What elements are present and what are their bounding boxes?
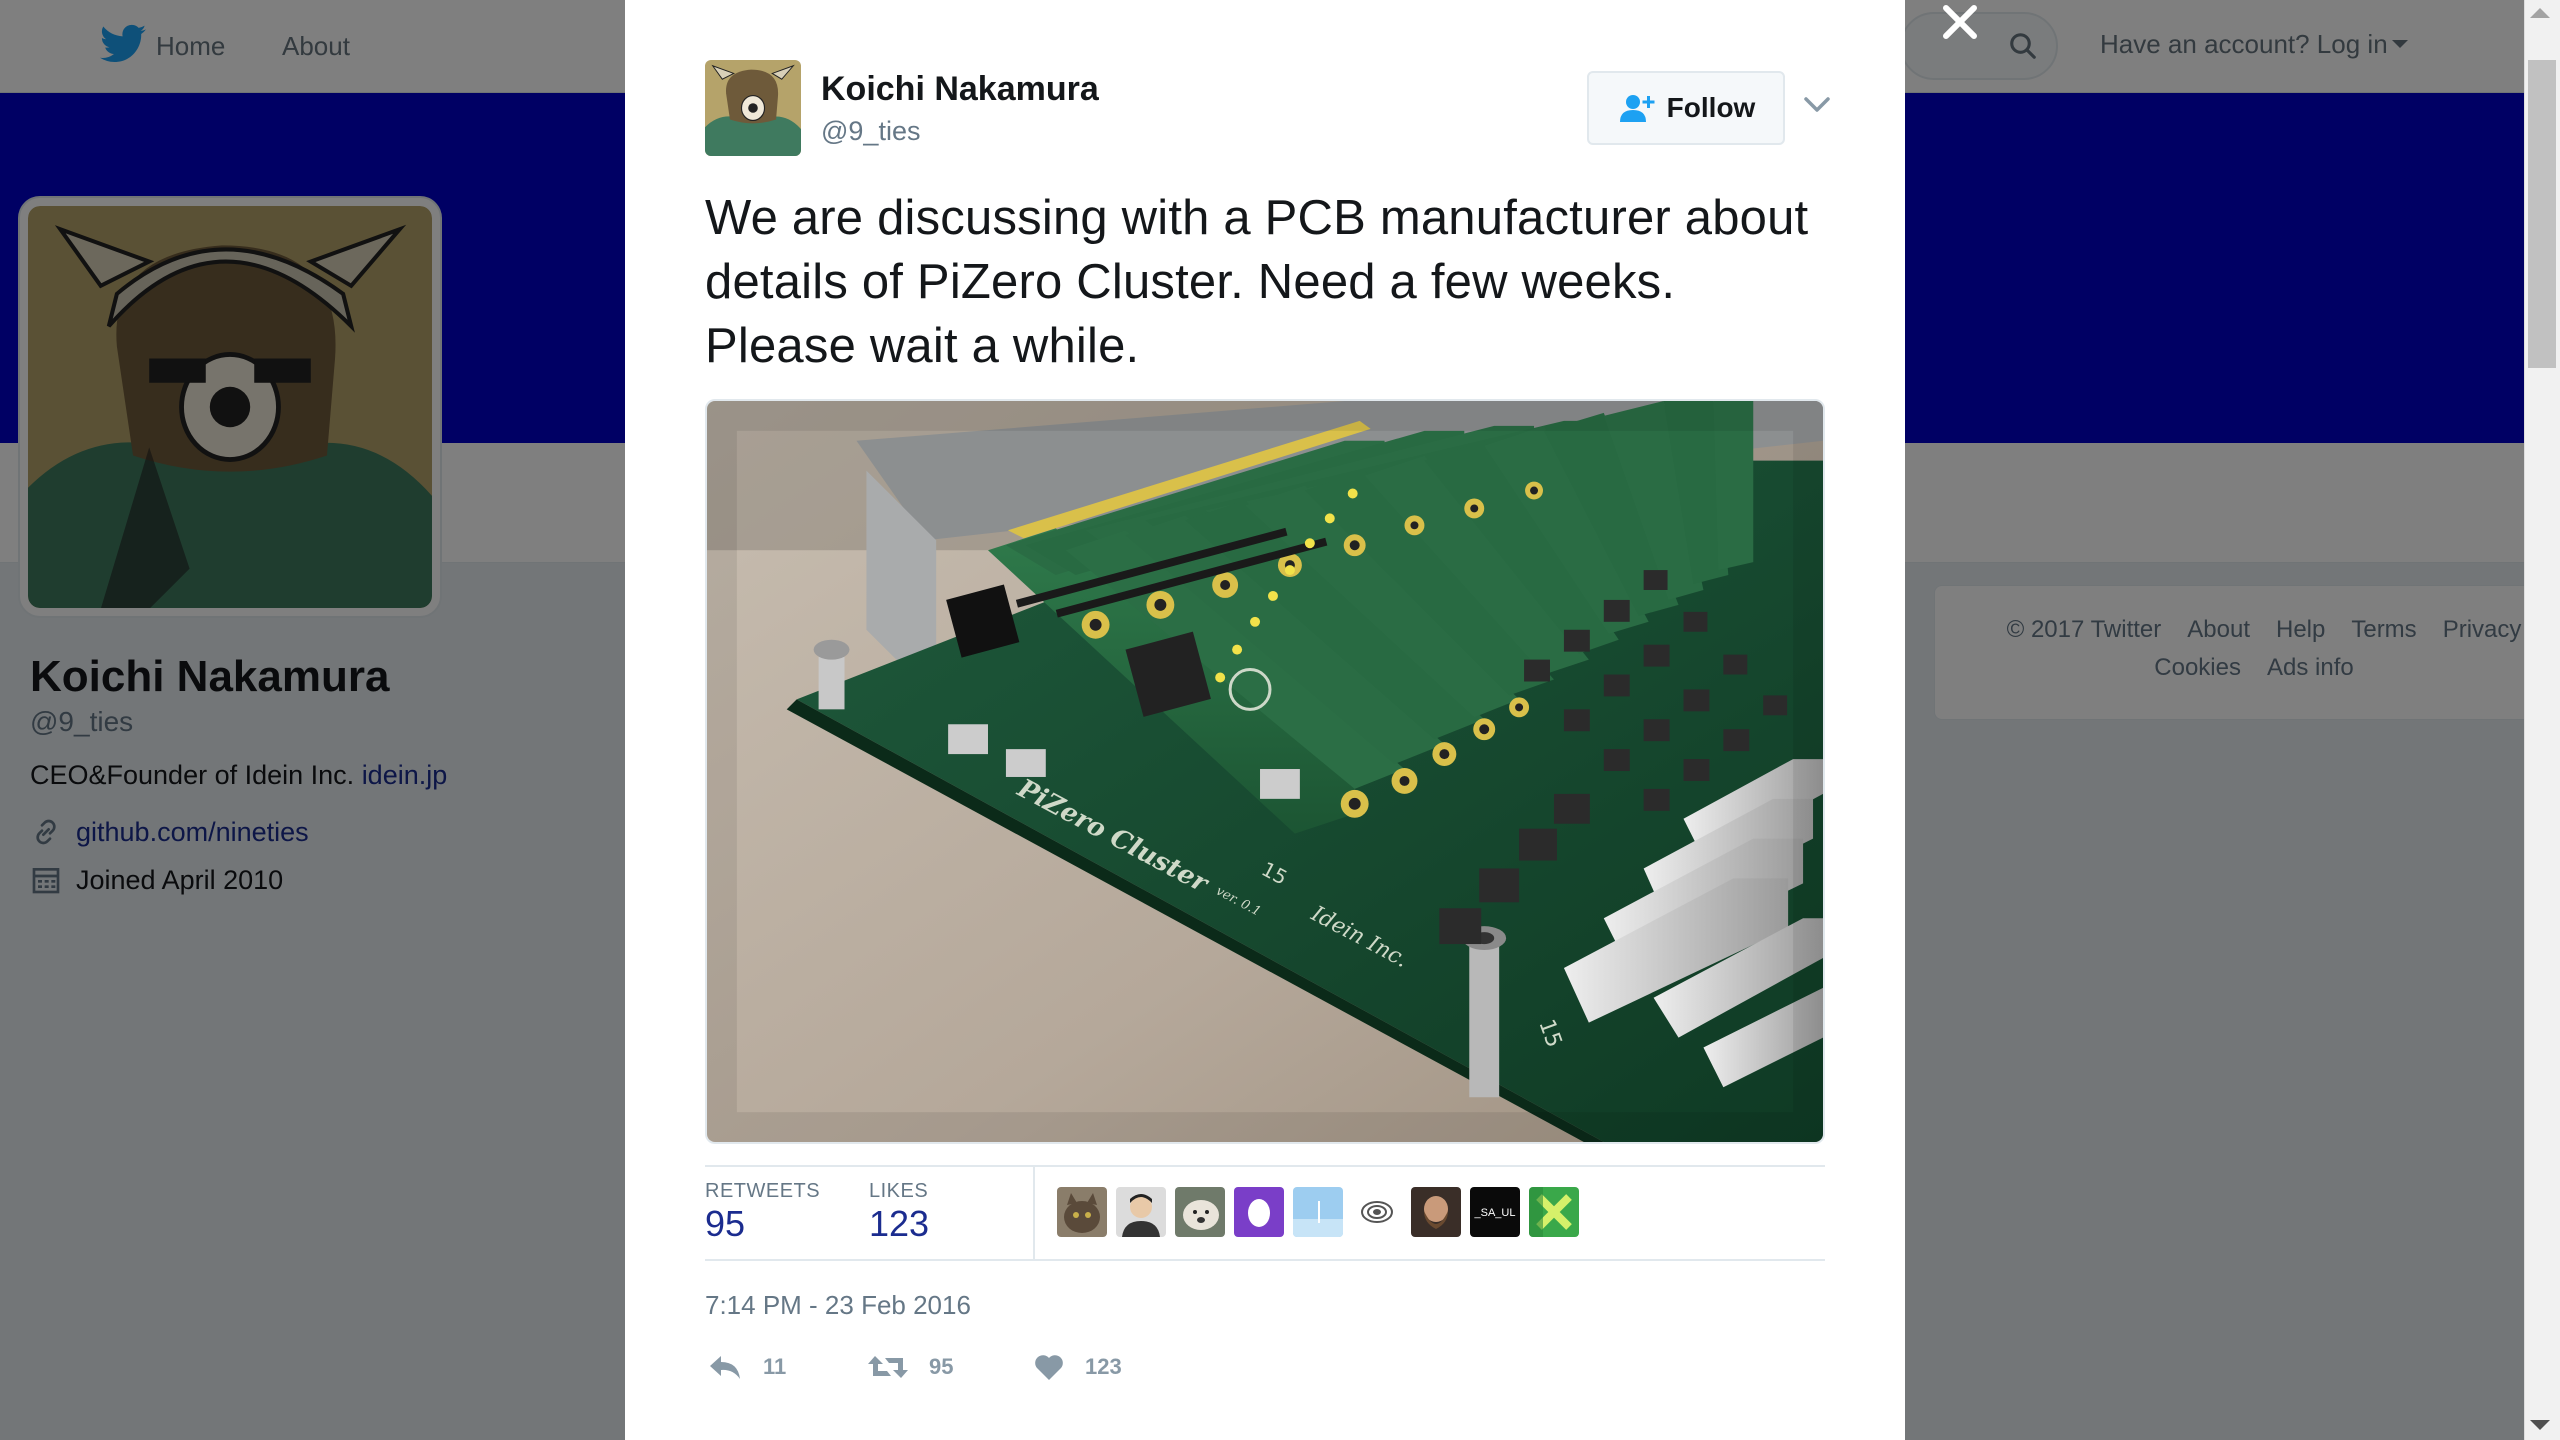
retweets-count[interactable]: 95 [705, 1203, 745, 1245]
add-user-icon [1619, 95, 1655, 122]
tweet-author-name[interactable]: Koichi Nakamura [821, 70, 1099, 109]
stats-divider-bottom [705, 1259, 1825, 1261]
retweet-button[interactable]: 95 [867, 1352, 953, 1382]
tweet-timestamp[interactable]: 7:14 PM - 23 Feb 2016 [705, 1290, 971, 1321]
liker-avatar-text: _SA_UL [1474, 1207, 1516, 1219]
scroll-down-arrow-icon[interactable] [2530, 1420, 2550, 1430]
liker-avatar-swirl[interactable] [1352, 1187, 1402, 1237]
stats-divider-top [705, 1165, 1825, 1167]
retweet-count: 95 [929, 1354, 954, 1379]
tweet-author-handle[interactable]: @9_ties [821, 116, 920, 147]
tweet-author-avatar[interactable] [705, 60, 801, 156]
liker-avatar-person[interactable] [1116, 1187, 1166, 1237]
scroll-up-arrow-icon[interactable] [2530, 8, 2550, 18]
liker-avatar-bearded[interactable] [1411, 1187, 1461, 1237]
liker-avatar-cat[interactable] [1057, 1187, 1107, 1237]
tweet-text: We are discussing with a PCB manufacture… [705, 191, 1809, 373]
scrollbar-thumb[interactable] [2528, 60, 2556, 368]
follow-label: Follow [1666, 92, 1756, 123]
liker-avatar-blue[interactable] [1293, 1187, 1343, 1237]
heart-icon [1035, 1355, 1063, 1380]
follow-button[interactable]: Follow [1587, 71, 1785, 145]
stats-divider-vertical [1033, 1165, 1035, 1259]
like-count: 123 [1085, 1354, 1122, 1379]
tweet-permalink-modal: Koichi Nakamura @9_ties Follow We are di… [625, 0, 1905, 1440]
like-button[interactable]: 123 [1033, 1352, 1122, 1382]
retweet-icon [868, 1356, 908, 1378]
reply-button[interactable]: 11 [707, 1352, 786, 1382]
reply-icon [710, 1356, 740, 1379]
liker-avatar-purple-egg[interactable] [1234, 1187, 1284, 1237]
reply-count: 11 [763, 1354, 787, 1379]
liker-avatar-black-text[interactable]: _SA_UL [1470, 1187, 1520, 1237]
close-icon[interactable] [1938, 0, 1982, 44]
likes-count[interactable]: 123 [869, 1203, 929, 1245]
likes-label: LIKES [869, 1180, 929, 1202]
liker-avatar-dog[interactable] [1175, 1187, 1225, 1237]
likers-avatar-list: _SA_UL [1057, 1187, 1579, 1237]
retweets-label: RETWEETS [705, 1180, 821, 1202]
tweet-photo[interactable]: PiZero Cluster ver. 0.1 Idein Inc. 15 15 [705, 399, 1825, 1144]
chevron-down-icon[interactable] [1803, 96, 1831, 114]
liker-avatar-green[interactable] [1529, 1187, 1579, 1237]
